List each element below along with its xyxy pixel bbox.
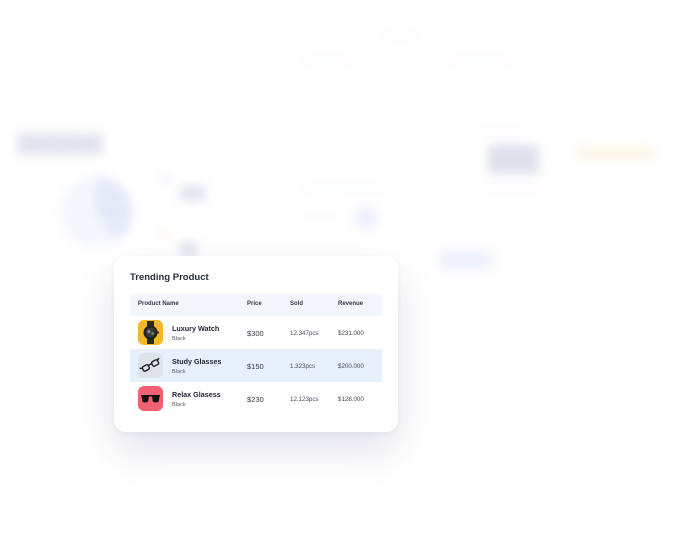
card-title: Trending Product xyxy=(130,272,209,283)
product-price: $150 xyxy=(247,362,264,371)
product-sold: 1.323pcs xyxy=(290,363,316,370)
product-name: Study Glasses xyxy=(172,357,222,366)
product-price: $300 xyxy=(247,329,264,338)
product-color: Black xyxy=(172,336,186,342)
product-revenue: $231.000 xyxy=(338,330,364,337)
product-thumbnail xyxy=(138,320,163,345)
trending-product-table: Product Name Price Sold Revenue Luxury W… xyxy=(130,294,382,415)
column-header-product-name[interactable]: Product Name xyxy=(138,301,179,307)
glasses-icon xyxy=(139,357,160,372)
table-header: Product Name Price Sold Revenue xyxy=(130,294,382,316)
table-row[interactable]: Study Glasses Black $150 1.323pcs $200.0… xyxy=(130,349,382,382)
table-row[interactable]: Relax Glasess Black $230 12.123pcs $128.… xyxy=(130,382,382,415)
column-header-revenue[interactable]: Revenue xyxy=(338,301,363,307)
column-header-price[interactable]: Price xyxy=(247,301,262,307)
sunglasses-icon xyxy=(141,395,160,403)
product-sold: 12.347pcs xyxy=(290,330,319,337)
product-thumbnail xyxy=(138,386,163,411)
watch-icon xyxy=(143,321,159,344)
product-revenue: $200.000 xyxy=(338,363,364,370)
trending-product-card: Trending Product Product Name Price Sold… xyxy=(114,256,398,432)
column-header-sold[interactable]: Sold xyxy=(290,301,303,307)
product-revenue: $128.000 xyxy=(338,396,364,403)
product-color: Black xyxy=(172,369,186,375)
product-price: $230 xyxy=(247,395,264,404)
table-row[interactable]: Luxury Watch Black $300 12.347pcs $231.0… xyxy=(130,316,382,349)
product-sold: 12.123pcs xyxy=(290,396,319,403)
product-name: Luxury Watch xyxy=(172,324,220,333)
product-thumbnail xyxy=(138,353,163,378)
product-color: Black xyxy=(172,402,186,408)
product-name: Relax Glasess xyxy=(172,390,221,399)
